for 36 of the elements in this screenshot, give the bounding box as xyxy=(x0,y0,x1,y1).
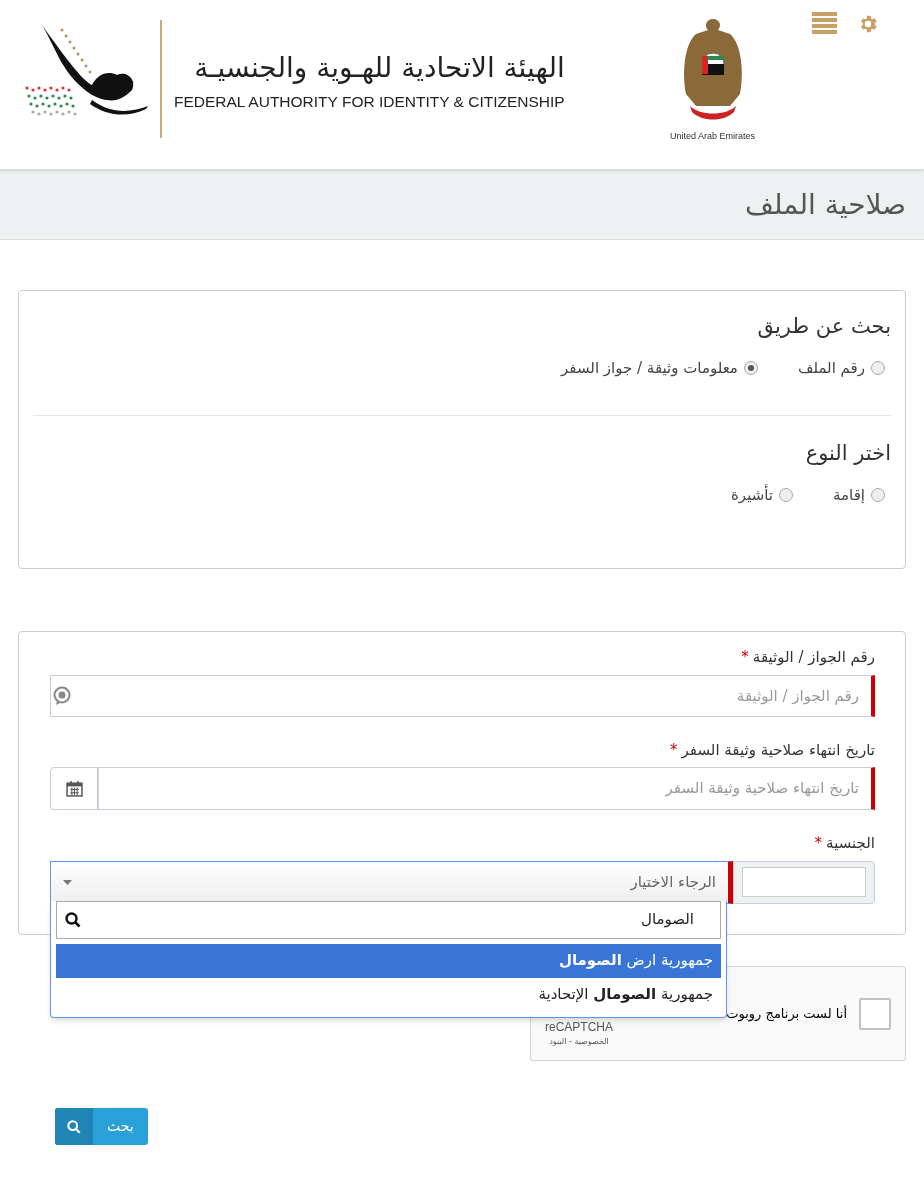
radio-button[interactable] xyxy=(871,487,885,502)
code-field[interactable] xyxy=(742,867,866,897)
required-mark: * xyxy=(814,833,823,854)
required-mark: * xyxy=(741,647,749,668)
field-label: الجنسية xyxy=(826,833,875,854)
passport-number-field[interactable]: رقم الجواز / الوثيقة xyxy=(50,674,875,717)
calendar-icon xyxy=(65,780,83,797)
menu-icon[interactable] xyxy=(812,12,837,34)
radio-label: تأشيرة xyxy=(731,483,773,506)
calendar-button[interactable] xyxy=(50,767,98,810)
emblem-caption: United Arab Emirates xyxy=(670,130,756,143)
radio-label: معلومات وثيقة / جواز السفر xyxy=(561,357,738,379)
authority-name-english: FEDERAL AUTHORITY FOR IDENTITY & CITIZENSHIP xyxy=(174,92,565,112)
radio-label: إقامة xyxy=(833,484,865,506)
privacy-terms-link[interactable]: الخصوصية - البنود xyxy=(549,1035,609,1048)
authority-name-arabic: الهيئة الاتحادية للهـوية والجنسيـة xyxy=(194,50,565,86)
field-label: تاريخ انتهاء صلاحية وثيقة السفر xyxy=(681,739,875,761)
dropdown-search-field[interactable]: الصومال xyxy=(56,900,721,939)
recaptcha-brand: reCAPTCHA xyxy=(545,1018,613,1036)
radio-button[interactable] xyxy=(871,360,885,375)
radio-button[interactable] xyxy=(743,360,758,375)
date-field[interactable]: تاريخ انتهاء صلاحية وثيقة السفر xyxy=(98,767,875,810)
radio-button[interactable] xyxy=(779,487,793,502)
search-icon xyxy=(65,911,81,928)
field-label: رقم الجواز / الوثيقة xyxy=(752,647,875,668)
page-title: صلاحية الملف xyxy=(745,186,906,223)
captcha-label: أنا لست برنامج روبوت xyxy=(726,1004,847,1024)
search-icon xyxy=(67,1119,81,1134)
section-heading: بحث عن طريق xyxy=(756,313,891,340)
dropdown-option[interactable]: جمهورية ارض الصومال xyxy=(56,943,721,978)
required-mark: * xyxy=(670,739,678,761)
radio-label: رقم الملف xyxy=(797,357,865,379)
nationality-select[interactable]: الرجاء الاختيار xyxy=(50,860,733,904)
caret-icon xyxy=(63,879,72,885)
section-heading: اختر النوع xyxy=(804,440,891,467)
captcha-checkbox[interactable] xyxy=(859,997,891,1030)
